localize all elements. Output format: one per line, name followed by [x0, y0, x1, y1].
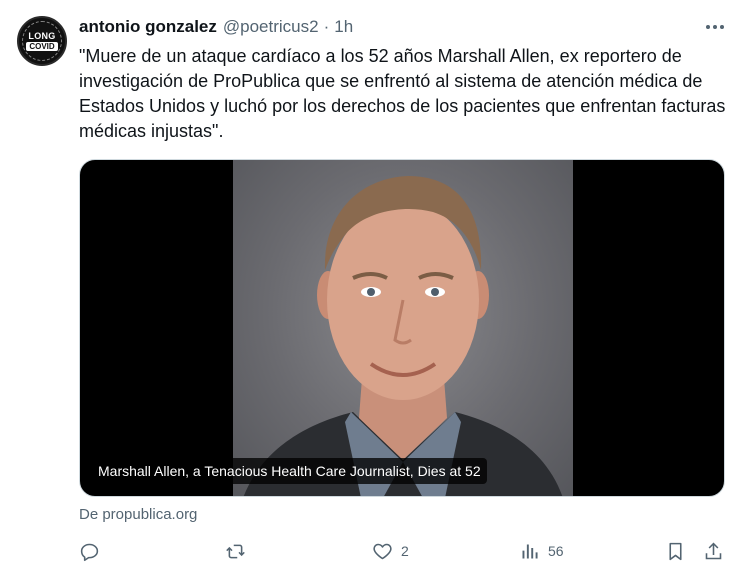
views-button[interactable]: 56	[519, 536, 564, 566]
retweet-icon	[226, 544, 245, 558]
action-bar: 2 56	[79, 536, 729, 566]
avatar-text-bottom: COVID	[26, 41, 58, 51]
card-caption: Marshall Allen, a Tenacious Health Care …	[92, 458, 487, 484]
reply-button[interactable]	[79, 536, 100, 566]
tweet-text: "Muere de un ataque cardíaco a los 52 añ…	[79, 46, 726, 141]
separator-dot: ·	[323, 17, 330, 36]
share-icon	[705, 542, 722, 559]
views-count: 56	[548, 543, 564, 559]
author-name[interactable]: antonio gonzalez	[79, 17, 217, 37]
bookmark-button[interactable]	[665, 536, 686, 566]
share-button[interactable]	[703, 536, 724, 566]
retweet-button[interactable]	[225, 536, 246, 566]
views-icon	[522, 544, 538, 558]
card-source[interactable]: De propublica.org	[79, 506, 197, 523]
avatar-text-top: LONG	[28, 30, 56, 41]
link-card[interactable]: Marshall Allen, a Tenacious Health Care …	[79, 159, 725, 497]
reply-icon	[80, 543, 99, 561]
like-count: 2	[401, 543, 409, 559]
tweet[interactable]: LONG COVID antonio gonzalez @poetricus2 …	[0, 0, 750, 578]
card-image	[233, 160, 573, 496]
more-options-icon[interactable]	[702, 16, 728, 38]
tweet-header: antonio gonzalez @poetricus2 · 1h	[79, 16, 353, 38]
tweet-time[interactable]: 1h	[334, 17, 353, 37]
author-handle[interactable]: @poetricus2	[223, 17, 319, 37]
heart-icon	[373, 543, 392, 559]
like-button[interactable]: 2	[372, 536, 409, 566]
bookmark-icon	[669, 542, 682, 560]
avatar[interactable]: LONG COVID	[17, 16, 67, 66]
